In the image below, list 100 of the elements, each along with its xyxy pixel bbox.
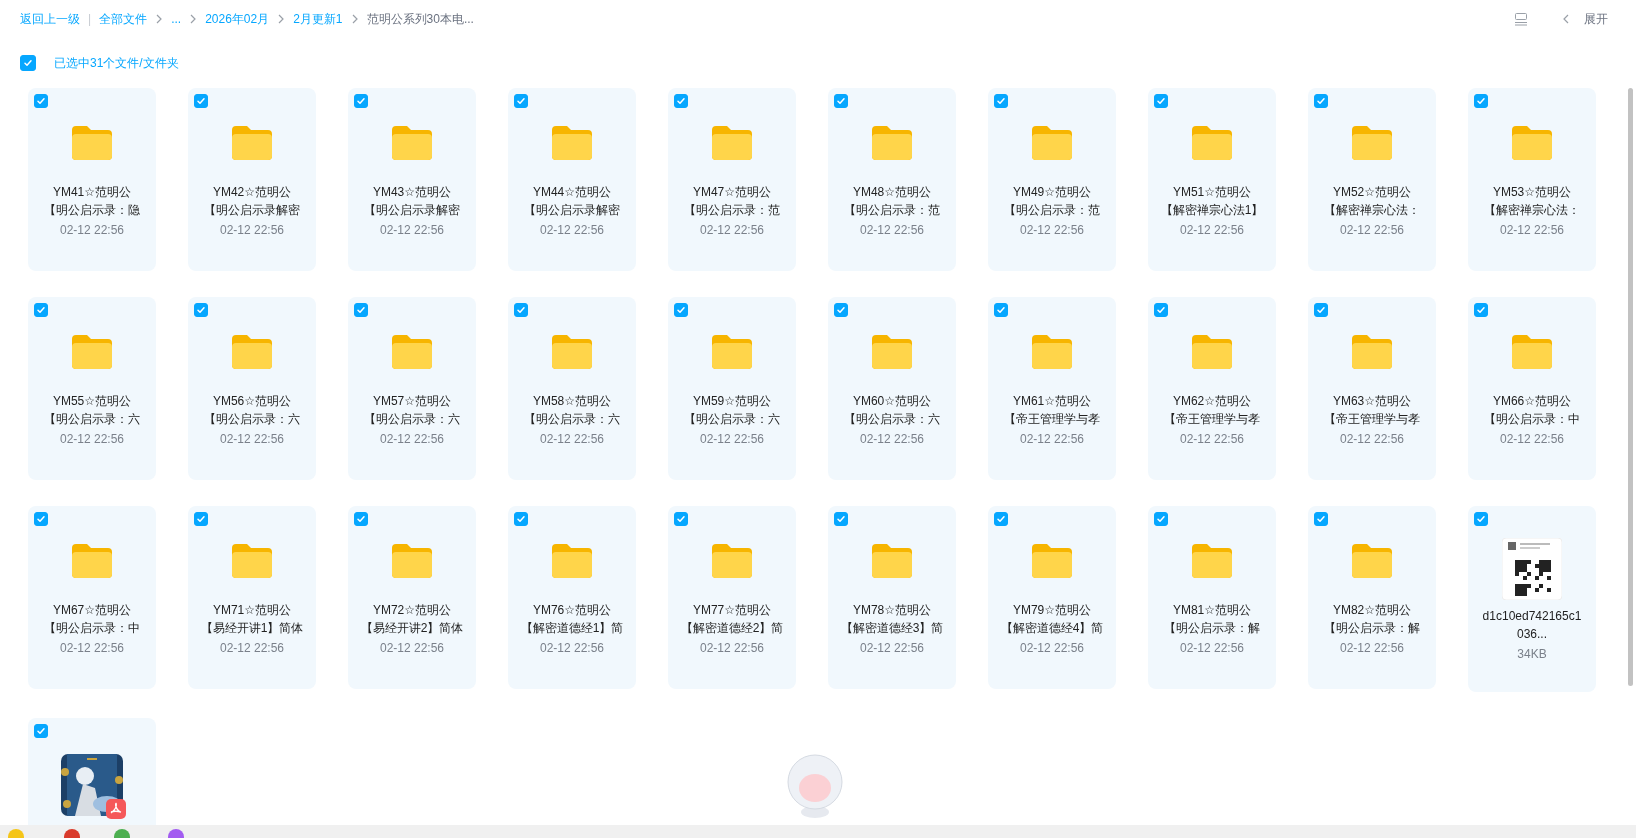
file-card[interactable]: YM81☆范明公 【明公启示录：解 02-12 22:56 <box>1148 506 1276 689</box>
file-card[interactable]: YM82☆范明公 【明公启示录：解 02-12 22:56 <box>1308 506 1436 689</box>
file-name: 【明公启示录：隐 <box>44 202 140 219</box>
file-name: 【明公启示录解密 <box>364 202 460 219</box>
checkmark-icon <box>676 96 686 106</box>
file-card[interactable]: YM42☆范明公 【明公启示录解密 02-12 22:56 <box>188 88 316 271</box>
file-card[interactable]: YM72☆范明公 【易经开讲2】简体 02-12 22:56 <box>348 506 476 689</box>
checkbox[interactable] <box>1314 303 1328 317</box>
checkbox[interactable] <box>834 94 848 108</box>
file-card[interactable]: YM48☆范明公 【明公启示录：范 02-12 22:56 <box>828 88 956 271</box>
checkbox[interactable] <box>674 512 688 526</box>
checkbox[interactable] <box>354 303 368 317</box>
breadcrumb-link[interactable]: 范明公系列30本电... <box>366 10 474 28</box>
file-name: 【明公启示录解密 <box>204 202 300 219</box>
checkbox[interactable] <box>20 55 36 71</box>
file-card[interactable]: YM49☆范明公 【明公启示录：范 02-12 22:56 <box>988 88 1116 271</box>
checkmark-icon <box>516 96 526 106</box>
file-card[interactable]: YM77☆范明公 【解密道德经2】简 02-12 22:56 <box>668 506 796 689</box>
file-name: YM44☆范明公 <box>532 184 612 201</box>
checkbox[interactable] <box>994 303 1008 317</box>
file-card[interactable]: YM62☆范明公 【帝王管理学与孝 02-12 22:56 <box>1148 297 1276 480</box>
folder-icon <box>70 124 114 162</box>
folder-icon <box>710 542 754 580</box>
file-card[interactable]: YM52☆范明公 【解密禅宗心法： 02-12 22:56 <box>1308 88 1436 271</box>
file-name: YM82☆范明公 <box>1332 602 1412 619</box>
checkbox[interactable] <box>1474 303 1488 317</box>
file-name: 【帝王管理学与孝 <box>1004 411 1100 428</box>
file-card[interactable]: YM71☆范明公 【易经开讲1】简体 02-12 22:56 <box>188 506 316 689</box>
folder-icon <box>70 333 114 371</box>
file-name: YM48☆范明公 <box>852 184 932 201</box>
chevron-right-icon <box>189 14 198 24</box>
checkbox[interactable] <box>514 303 528 317</box>
checkbox[interactable] <box>354 512 368 526</box>
file-card[interactable]: YM76☆范明公 【解密道德经1】简 02-12 22:56 <box>508 506 636 689</box>
checkbox[interactable] <box>1314 512 1328 526</box>
divider-glyph: | <box>88 12 92 26</box>
file-card[interactable]: YM44☆范明公 【明公启示录解密 02-12 22:56 <box>508 88 636 271</box>
folder-icon <box>550 333 594 371</box>
folder-icon <box>70 542 114 580</box>
checkbox[interactable] <box>994 512 1008 526</box>
modified-date: 02-12 22:56 <box>539 431 605 448</box>
modified-date: 02-12 22:56 <box>1019 640 1085 657</box>
file-card[interactable]: YM41☆范明公 【明公启示录：隐 02-12 22:56 <box>28 88 156 271</box>
checkmark-icon <box>356 514 366 524</box>
file-card[interactable]: YM43☆范明公 【明公启示录解密 02-12 22:56 <box>348 88 476 271</box>
checkbox[interactable] <box>514 94 528 108</box>
file-card[interactable]: d1c10ed742165c1036... 34KB <box>1468 506 1596 692</box>
file-card[interactable]: YM66☆范明公 【明公启示录：中 02-12 22:56 <box>1468 297 1596 480</box>
file-name: 【解密道德经2】简 <box>680 620 784 637</box>
checkbox[interactable] <box>514 512 528 526</box>
checkbox[interactable] <box>674 303 688 317</box>
checkbox[interactable] <box>34 303 48 317</box>
folder-icon <box>230 124 274 162</box>
file-card[interactable]: YM55☆范明公 【明公启示录：六 02-12 22:56 <box>28 297 156 480</box>
checkbox[interactable] <box>1474 94 1488 108</box>
folder-icon <box>870 542 914 580</box>
file-card[interactable]: YM53☆范明公 【解密禅宗心法： 02-12 22:56 <box>1468 88 1596 271</box>
expand-button[interactable]: 展开 <box>1584 10 1608 28</box>
list-view-icon[interactable] <box>1514 12 1528 26</box>
file-card[interactable]: YM61☆范明公 【帝王管理学与孝 02-12 22:56 <box>988 297 1116 480</box>
checkbox[interactable] <box>1154 94 1168 108</box>
file-name: YM56☆范明公 <box>212 393 292 410</box>
checkmark-icon <box>196 305 206 315</box>
file-card[interactable]: YM63☆范明公 【帝王管理学与孝 02-12 22:56 <box>1308 297 1436 480</box>
file-card[interactable]: YM78☆范明公 【解密道德经3】简 02-12 22:56 <box>828 506 956 689</box>
file-card[interactable]: YM51☆范明公 【解密禅宗心法1】 02-12 22:56 <box>1148 88 1276 271</box>
file-card[interactable]: YM47☆范明公 【明公启示录：范 02-12 22:56 <box>668 88 796 271</box>
file-card[interactable]: YM56☆范明公 【明公启示录：六 02-12 22:56 <box>188 297 316 480</box>
file-card[interactable]: YM79☆范明公 【解密道德经4】简 02-12 22:56 <box>988 506 1116 689</box>
modified-date: 02-12 22:56 <box>699 222 765 239</box>
checkbox[interactable] <box>194 94 208 108</box>
chevron-right-icon <box>155 14 164 24</box>
checkbox[interactable] <box>834 303 848 317</box>
checkbox[interactable] <box>34 724 48 738</box>
modified-date: 02-12 22:56 <box>859 431 925 448</box>
checkbox[interactable] <box>1314 94 1328 108</box>
checkbox[interactable] <box>194 512 208 526</box>
checkbox[interactable] <box>34 512 48 526</box>
checkbox[interactable] <box>1154 303 1168 317</box>
file-size: 34KB <box>1517 646 1547 663</box>
checkmark-icon <box>356 96 366 106</box>
file-card[interactable]: YM60☆范明公 【明公启示录：六 02-12 22:56 <box>828 297 956 480</box>
modified-date: 02-12 22:56 <box>219 640 285 657</box>
checkbox[interactable] <box>834 512 848 526</box>
checkbox[interactable] <box>1474 512 1488 526</box>
folder-icon <box>1190 542 1234 580</box>
checkbox[interactable] <box>1154 512 1168 526</box>
file-card[interactable]: YM57☆范明公 【明公启示录：六 02-12 22:56 <box>348 297 476 480</box>
checkmark-icon <box>1476 305 1486 315</box>
checkmark-icon <box>36 514 46 524</box>
scrollbar-thumb[interactable] <box>1628 88 1633 686</box>
file-card[interactable]: YM59☆范明公 【明公启示录：六 02-12 22:56 <box>668 297 796 480</box>
checkbox[interactable] <box>674 94 688 108</box>
checkbox[interactable] <box>194 303 208 317</box>
file-card[interactable]: YM58☆范明公 【明公启示录：六 02-12 22:56 <box>508 297 636 480</box>
checkbox[interactable] <box>34 94 48 108</box>
checkbox[interactable] <box>994 94 1008 108</box>
file-name: 【明公启示录：中 <box>44 620 140 637</box>
file-card[interactable]: YM67☆范明公 【明公启示录：中 02-12 22:56 <box>28 506 156 689</box>
checkbox[interactable] <box>354 94 368 108</box>
